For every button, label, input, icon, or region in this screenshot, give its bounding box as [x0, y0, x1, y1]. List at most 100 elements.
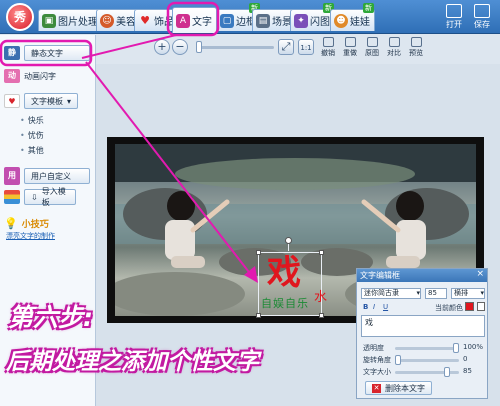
- import-icon: ⇩: [31, 192, 38, 202]
- font-value: 迷你简古隶: [364, 289, 399, 297]
- delete-text-button[interactable]: ✕ 删除本文字: [365, 381, 432, 395]
- preview-icon: [410, 37, 422, 47]
- text-content-input[interactable]: 戏: [361, 315, 485, 337]
- zoom-out-icon: −: [175, 40, 185, 53]
- undo-button[interactable]: 撤销: [318, 37, 338, 58]
- custom-template-button[interactable]: 用户自定义: [24, 168, 90, 184]
- zoom-in-icon: +: [157, 40, 167, 53]
- text-selection-box[interactable]: 戏 自娱自乐: [256, 237, 324, 318]
- redo-button[interactable]: 重做: [340, 37, 360, 58]
- rotate-label: 旋转角度: [363, 356, 391, 364]
- open-label: 打开: [446, 20, 462, 29]
- text-size-slider[interactable]: [395, 367, 459, 377]
- zoom-in-button[interactable]: +: [154, 39, 170, 55]
- tab-image-processing[interactable]: ▣ 图片处理: [38, 9, 103, 31]
- tip-link[interactable]: 漂亮文字的制作: [6, 231, 55, 241]
- bold-button[interactable]: B: [363, 303, 368, 311]
- girl-hair: [396, 191, 424, 221]
- close-icon[interactable]: ×: [476, 269, 484, 279]
- animated-text-icon: 动: [4, 69, 20, 83]
- floppy-icon: [474, 4, 490, 18]
- tab-label: 图片处理: [58, 17, 98, 28]
- canvas-toolbar: + − ⤢ 1:1 撤销 重做 原图 对比 预览: [152, 36, 438, 60]
- text-size-label: 文字大小: [363, 368, 391, 376]
- opacity-slider[interactable]: [395, 343, 459, 353]
- girl-body: [396, 220, 426, 260]
- zoom-slider-thumb[interactable]: [196, 41, 202, 53]
- chevron-down-icon: ▾: [416, 289, 420, 297]
- template-item-happy[interactable]: 快乐: [20, 115, 44, 126]
- girl-legs: [386, 256, 420, 268]
- original-label: 原图: [365, 49, 379, 57]
- template-item-sad[interactable]: 忧伤: [20, 130, 44, 141]
- color-picker-button[interactable]: [477, 302, 485, 311]
- color-label: 当前颜色: [435, 304, 463, 312]
- i-love-you-icon: ♥: [4, 94, 20, 108]
- compare-label: 对比: [387, 49, 401, 57]
- static-text-label: 静态文字: [31, 48, 63, 58]
- tip-title: 小技巧: [21, 220, 49, 230]
- tab-label: 饰品: [154, 17, 174, 28]
- zoom-out-button[interactable]: −: [172, 39, 188, 55]
- opacity-knob[interactable]: [453, 343, 459, 353]
- rotate-value: 0: [463, 355, 468, 363]
- tab-text[interactable]: A 文字: [172, 7, 217, 33]
- text-content-value: 戏: [365, 318, 373, 327]
- resize-handle[interactable]: [256, 313, 261, 318]
- direction-select[interactable]: 横排 ▾: [451, 288, 485, 299]
- opacity-label: 透明度: [363, 344, 384, 352]
- animated-text-row[interactable]: 动 动画闪字: [4, 69, 56, 83]
- scene-icon: ▤: [256, 13, 270, 28]
- import-template-button[interactable]: ⇩ 导入模板: [24, 187, 76, 207]
- step-title: 第六步:: [8, 303, 93, 332]
- template-item-other[interactable]: 其他: [20, 145, 44, 156]
- size-select[interactable]: 85: [425, 288, 447, 299]
- font-select[interactable]: 迷你简古隶 ▾: [361, 288, 421, 299]
- tab-label: 文字: [192, 17, 212, 28]
- girl-body: [165, 220, 195, 260]
- redo-label: 重做: [343, 49, 357, 57]
- new-badge: 新: [363, 3, 374, 13]
- top-tab-bar: 秀 ▣ 图片处理 ☺ 美容 ♥ 饰品 A 文字 ▢ 边框 新 ▤ 场景 ✦ 闪图…: [0, 0, 500, 34]
- static-text-row: 静 静态文字: [4, 45, 90, 61]
- text-template-label: 文字模板: [31, 96, 63, 106]
- resize-handle[interactable]: [256, 250, 261, 255]
- rotate-knob[interactable]: [395, 355, 401, 365]
- preview-label: 预览: [409, 49, 423, 57]
- resize-handle[interactable]: [319, 313, 324, 318]
- resize-handle[interactable]: [319, 250, 324, 255]
- text-size-knob[interactable]: [444, 367, 450, 377]
- editor-title: 文字编辑框: [360, 271, 400, 280]
- chevron-down-icon: ▾: [480, 289, 484, 297]
- zoom-slider[interactable]: [196, 41, 274, 53]
- girl-hair: [167, 191, 195, 221]
- rotate-handle[interactable]: [285, 237, 292, 244]
- face-icon: ☺: [100, 13, 114, 28]
- tab-flash[interactable]: ✦ 闪图 新: [290, 3, 335, 31]
- import-row: ⇩ 导入模板: [4, 187, 76, 207]
- static-text-button[interactable]: 静态文字: [24, 45, 90, 61]
- girl-legs: [171, 256, 205, 268]
- flash-icon: ✦: [294, 13, 308, 28]
- tab-doll[interactable]: ☻ 娃娃 新: [330, 3, 375, 31]
- compare-icon: [388, 37, 400, 47]
- rotate-slider[interactable]: [395, 355, 459, 365]
- preview-button[interactable]: 预览: [406, 37, 426, 58]
- redo-icon: [344, 37, 356, 47]
- undo-label: 撤销: [321, 49, 335, 57]
- underline-button[interactable]: U: [383, 303, 388, 311]
- actual-size-button[interactable]: 1:1: [298, 39, 314, 55]
- open-button[interactable]: 打开: [446, 4, 462, 30]
- text-a-icon: A: [176, 13, 190, 28]
- delete-text-label: 删除本文字: [385, 383, 425, 393]
- light-haze: [175, 158, 415, 190]
- original-button[interactable]: 原图: [362, 37, 382, 58]
- text-template-dropdown[interactable]: 文字模板 ▾: [24, 93, 79, 109]
- overlay-small-char: 水: [314, 290, 328, 305]
- color-swatch[interactable]: [465, 302, 474, 311]
- original-icon: [366, 37, 378, 47]
- fit-view-button[interactable]: ⤢: [278, 39, 294, 55]
- compare-button[interactable]: 对比: [384, 37, 404, 58]
- save-button[interactable]: 保存: [474, 4, 490, 30]
- italic-button[interactable]: I: [373, 303, 375, 311]
